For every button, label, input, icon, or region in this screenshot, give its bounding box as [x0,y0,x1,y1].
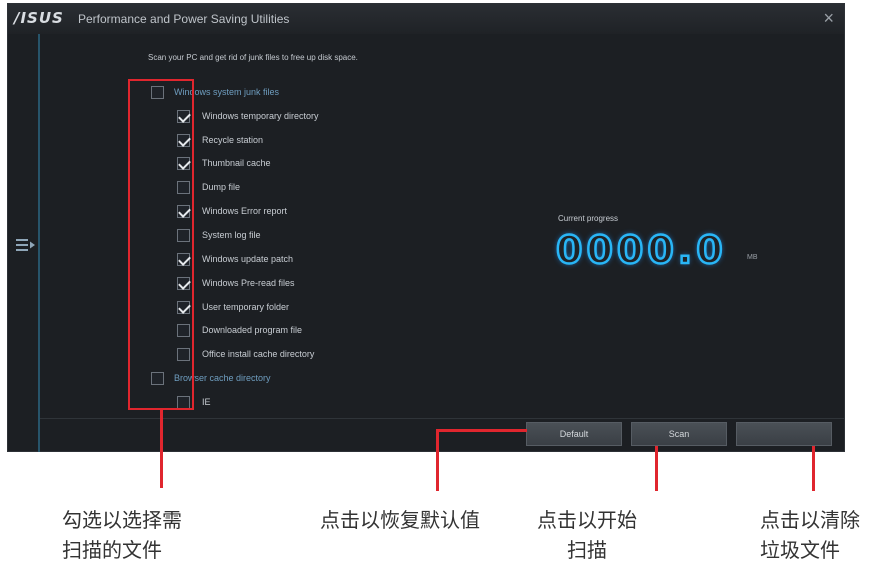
clean-button[interactable] [736,422,832,446]
asus-logo: /ISUS [14,9,64,27]
scan-button[interactable]: Scan [631,422,727,446]
item-label: Downloaded program file [202,325,303,335]
callout-line-default-h [437,429,527,432]
item-label: Windows Error report [202,206,288,216]
callout-line-select [160,410,163,488]
annotation-scan: 点击以开始 扫描 [537,510,637,562]
item-label: Recycle station [202,135,264,145]
item-label: Windows Pre-read files [202,278,295,288]
item-label: Windows temporary directory [202,111,319,121]
close-icon[interactable]: × [823,9,834,27]
selection-highlight-box [128,79,194,410]
default-button[interactable]: Default [526,422,622,446]
menu-expand-icon[interactable] [16,238,36,252]
annotation-select: 勾选以选择需 扫描的文件 [62,510,182,562]
annotation-default: 点击以恢复默认值 [320,510,480,532]
callout-line-clean [812,446,815,491]
item-label: IE [202,397,211,407]
instruction-text: Scan your PC and get rid of junk files t… [148,53,358,62]
title-bar[interactable]: /ISUS Performance and Power Saving Utili… [8,4,844,34]
sidebar-divider [38,34,40,452]
progress-value: 0000.0 [555,227,727,274]
item-label: System log file [202,230,261,240]
callout-line-scan [655,446,658,491]
progress-label: Current progress [558,214,619,223]
progress-unit: MB [747,254,758,261]
window-title: Performance and Power Saving Utilities [78,12,290,26]
item-label: Office install cache directory [202,349,315,359]
annotation-clean: 点击以清除 垃圾文件 [760,510,860,562]
item-label: Windows update patch [202,254,294,264]
item-label: Dump file [202,182,241,192]
item-label: Thumbnail cache [202,158,271,168]
item-label: User temporary folder [202,302,290,312]
callout-line-default-v [436,429,439,491]
